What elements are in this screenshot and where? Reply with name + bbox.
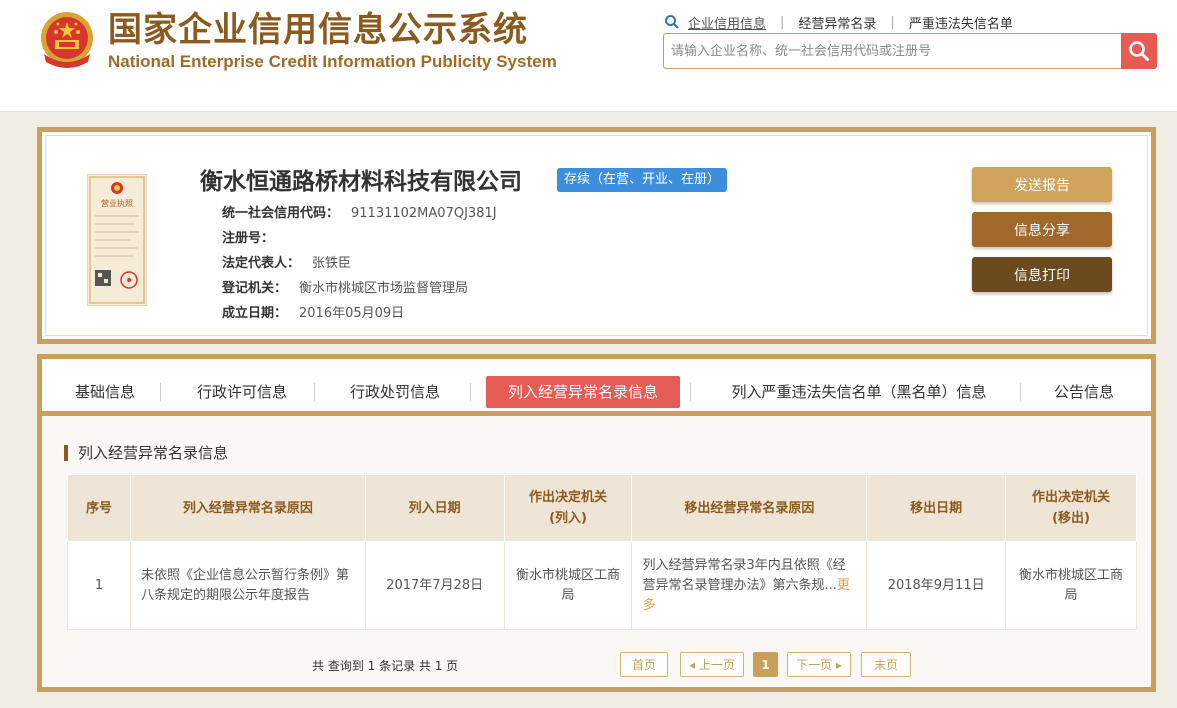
info-row-credit-code: 统一社会信用代码： 91131102MA07QJ381J [222, 202, 497, 221]
column-header: 移出日期 [866, 474, 1007, 542]
column-header: 列入日期 [364, 474, 505, 542]
column-header: 序号 [67, 474, 131, 542]
cell-date-out: 2018年9月11日 [866, 541, 1007, 630]
tab-blacklist[interactable]: 列入严重违法失信名单（黑名单）信息 [706, 376, 1012, 408]
cell-reason-out: 列入经营异常名录3年内且依照《经营异常名录管理办法》第六条规...更多 [631, 541, 868, 630]
current-page-button[interactable]: 1 [753, 652, 778, 677]
cell-authority-out: 衡水市桃城区工商局 [1005, 541, 1137, 630]
next-label: 下一页 [796, 658, 833, 672]
nav-divider: | [890, 14, 895, 30]
reason-out-text: 列入经营异常名录3年内且依照《经营异常名录管理办法》第六条规... [642, 557, 846, 593]
next-page-button[interactable]: 下一页 ▸ [787, 652, 851, 677]
info-row-authority: 登记机关： 衡水市桃城区市场监督管理局 [222, 277, 468, 296]
info-label: 注册号： [222, 231, 275, 246]
info-value: 衡水市桃城区市场监督管理局 [299, 281, 469, 296]
info-row-established: 成立日期： 2016年05月09日 [222, 302, 404, 321]
column-header: 作出决定机关 (列入) [503, 474, 633, 542]
info-value: 2016年05月09日 [299, 306, 405, 321]
national-emblem-icon [41, 12, 93, 68]
search-icon [1129, 41, 1149, 61]
info-label: 登记机关： [222, 281, 288, 296]
search-input[interactable] [664, 34, 1121, 68]
first-page-button[interactable]: 首页 [620, 652, 668, 677]
cell-reason-in: 未依照《企业信息公示暂行条例》第八条规定的期限公示年度报告 [129, 541, 366, 630]
tab-announcements[interactable]: 公告信息 [1040, 376, 1128, 408]
prev-page-button[interactable]: ◂ 上一页 [680, 652, 744, 677]
info-row-legal-rep: 法定代表人： 张铁臣 [222, 252, 351, 271]
site-title-en: National Enterprise Credit Information P… [108, 52, 557, 71]
tab-bar: 基础信息 行政许可信息 行政处罚信息 列入经营异常名录信息 列入严重违法失信名单… [42, 359, 1151, 416]
top-nav: 企业信用信息 | 经营异常名录 | 严重违法失信名单 [664, 12, 1013, 32]
last-page-button[interactable]: 末页 [861, 652, 911, 677]
info-label: 法定代表人： [222, 256, 301, 271]
table-header-row: 序号 列入经营异常名录原因 列入日期 作出决定机关 (列入) 移出经营异常名录原因… [67, 474, 1137, 542]
tab-admin-penalty[interactable]: 行政处罚信息 [335, 376, 455, 408]
cell-no: 1 [67, 541, 131, 630]
company-panel: 营业执照 衡水恒通路桥材料科技有限公司 存续（在营、开业、在册） 统一社会信用代… [37, 127, 1156, 344]
status-badge: 存续（在营、开业、在册） [557, 168, 728, 192]
column-header: 作出决定机关 (移出) [1005, 474, 1137, 542]
info-label: 统一社会信用代码： [222, 206, 340, 221]
info-value: 91131102MA07QJ381J [351, 206, 497, 221]
site-header: 国家企业信用信息公示系统 National Enterprise Credit … [0, 0, 1177, 112]
details-panel: 基础信息 行政许可信息 行政处罚信息 列入经营异常名录信息 列入严重违法失信名单… [37, 354, 1156, 692]
cell-authority-in: 衡水市桃城区工商局 [503, 541, 633, 630]
section-title: 列入经营异常名录信息 [64, 445, 228, 461]
tab-divider [1020, 383, 1021, 401]
prev-label: 上一页 [698, 658, 735, 672]
license-title: 营业执照 [101, 198, 133, 208]
info-label: 成立日期： [222, 306, 288, 321]
abnormal-list-table: 序号 列入经营异常名录原因 列入日期 作出决定机关 (列入) 移出经营异常名录原因… [67, 474, 1137, 630]
tab-abnormal-list[interactable]: 列入经营异常名录信息 [486, 376, 680, 408]
nav-link-credit-info[interactable]: 企业信用信息 [688, 13, 766, 32]
search-icon [665, 15, 679, 29]
column-header: 列入经营异常名录原因 [129, 474, 366, 542]
site-title-cn: 国家企业信用信息公示系统 [108, 10, 528, 50]
tab-divider [314, 383, 315, 401]
search-box [663, 33, 1121, 69]
print-button[interactable]: 信息打印 [972, 257, 1112, 292]
tab-divider [690, 383, 691, 401]
tab-divider [160, 383, 161, 401]
info-value: 张铁臣 [312, 256, 352, 271]
info-row-reg-number: 注册号： [222, 227, 286, 246]
tab-admin-license[interactable]: 行政许可信息 [182, 376, 302, 408]
nav-divider: | [780, 14, 785, 30]
nav-link-abnormal-list[interactable]: 经营异常名录 [798, 13, 876, 32]
cell-date-in: 2017年7月28日 [364, 541, 505, 630]
nav-link-blacklist[interactable]: 严重违法失信名单 [909, 13, 1013, 32]
search-button[interactable] [1121, 33, 1157, 69]
share-button[interactable]: 信息分享 [972, 212, 1112, 247]
table-row: 1 未依照《企业信息公示暂行条例》第八条规定的期限公示年度报告 2017年7月2… [67, 541, 1137, 630]
tab-divider [470, 383, 471, 401]
send-report-button[interactable]: 发送报告 [972, 167, 1112, 202]
pagination-summary: 共 查询到 1 条记录 共 1 页 [312, 659, 459, 673]
column-header: 移出经营异常名录原因 [631, 474, 868, 542]
business-license-icon[interactable]: 营业执照 [87, 174, 147, 306]
tab-basic-info[interactable]: 基础信息 [62, 376, 148, 408]
company-name: 衡水恒通路桥材料科技有限公司 [200, 169, 522, 195]
